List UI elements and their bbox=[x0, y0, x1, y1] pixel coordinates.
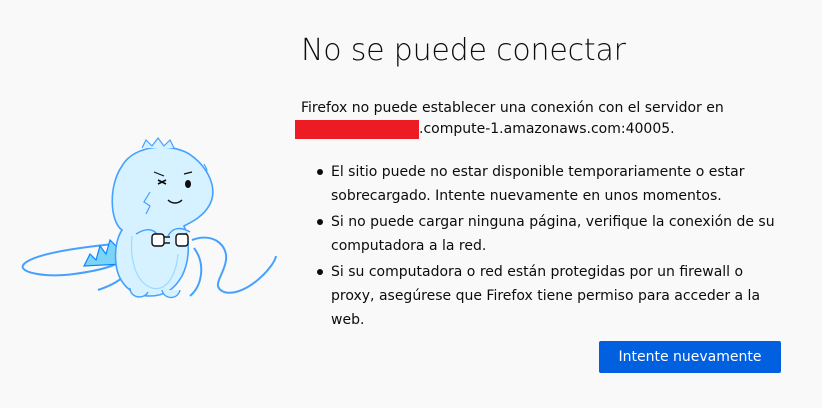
redacted-hostname bbox=[295, 120, 419, 139]
list-item: Si no puede cargar ninguna página, verif… bbox=[317, 210, 781, 258]
host-suffix: .compute-1.amazonaws.com:40005. bbox=[419, 121, 675, 137]
bullet-icon bbox=[317, 169, 323, 175]
host-line: .compute-1.amazonaws.com:40005. bbox=[295, 119, 781, 140]
dino-unplugged-icon bbox=[21, 137, 277, 299]
suggestion-text: Si no puede cargar ninguna página, verif… bbox=[331, 214, 775, 254]
page-title: No se puede conectar bbox=[301, 33, 626, 68]
list-item: Si su computadora o red están protegidas… bbox=[317, 260, 781, 332]
bullet-icon bbox=[317, 269, 323, 275]
error-intro: Firefox no puede establecer una conexión… bbox=[295, 98, 781, 140]
error-page: No se puede conectar Firefox no puede es… bbox=[0, 0, 822, 408]
list-item: El sitio puede no estar disponible tempo… bbox=[317, 160, 781, 208]
retry-button[interactable]: Intente nuevamente bbox=[599, 341, 781, 373]
suggestion-text: Si su computadora o red están protegidas… bbox=[331, 264, 761, 328]
suggestion-text: El sitio puede no estar disponible tempo… bbox=[331, 164, 745, 204]
intro-text: Firefox no puede establecer una conexión… bbox=[301, 100, 724, 116]
error-content: No se puede conectar Firefox no puede es… bbox=[295, 30, 781, 334]
suggestion-list: El sitio puede no estar disponible tempo… bbox=[301, 160, 781, 332]
bullet-icon bbox=[317, 219, 323, 225]
